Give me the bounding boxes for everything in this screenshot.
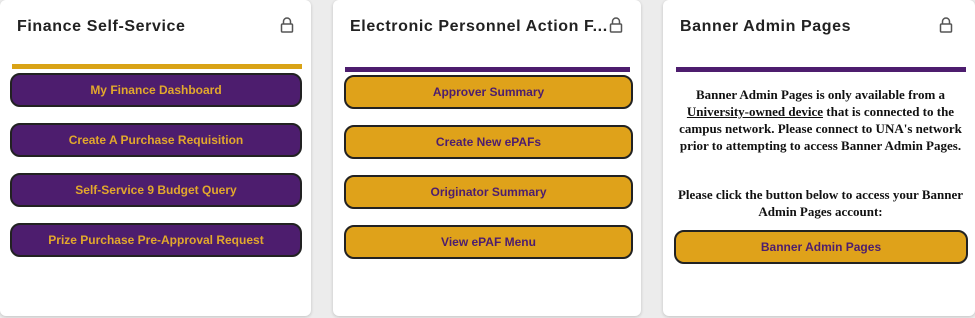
budget-query-button[interactable]: Self-Service 9 Budget Query — [10, 173, 302, 207]
create-new-epafs-button[interactable]: Create New ePAFs — [344, 125, 633, 159]
create-purchase-requisition-button[interactable]: Create A Purchase Requisition — [10, 123, 302, 157]
epaf-card: Electronic Personnel Action F... Approve… — [333, 0, 641, 316]
purple-divider — [676, 67, 966, 72]
access-notice: Banner Admin Pages is only available fro… — [673, 86, 968, 154]
card-title: Finance Self-Service — [17, 18, 186, 35]
lock-icon[interactable] — [938, 16, 954, 34]
approver-summary-button[interactable]: Approver Summary — [344, 75, 633, 109]
instruction-text: Please click the button below to access … — [677, 187, 964, 219]
banner-admin-card: Banner Admin Pages Banner Admin Pages is… — [663, 0, 975, 316]
gold-divider — [12, 64, 302, 69]
card-title: Banner Admin Pages — [680, 18, 852, 35]
finance-card: Finance Self-Service My Finance Dashboar… — [0, 0, 311, 316]
originator-summary-button[interactable]: Originator Summary — [344, 175, 633, 209]
prize-purchase-preapproval-button[interactable]: Prize Purchase Pre-Approval Request — [10, 223, 302, 257]
university-device-link[interactable]: University-owned device — [687, 104, 823, 119]
my-finance-dashboard-button[interactable]: My Finance Dashboard — [10, 73, 302, 107]
lock-icon[interactable] — [279, 16, 295, 34]
banner-admin-pages-button[interactable]: Banner Admin Pages — [674, 230, 968, 264]
card-title: Electronic Personnel Action F... — [350, 18, 608, 35]
purple-divider — [345, 67, 630, 72]
lock-icon[interactable] — [608, 16, 624, 34]
view-epaf-menu-button[interactable]: View ePAF Menu — [344, 225, 633, 259]
notice-text: Banner Admin Pages is only available fro… — [695, 87, 946, 102]
